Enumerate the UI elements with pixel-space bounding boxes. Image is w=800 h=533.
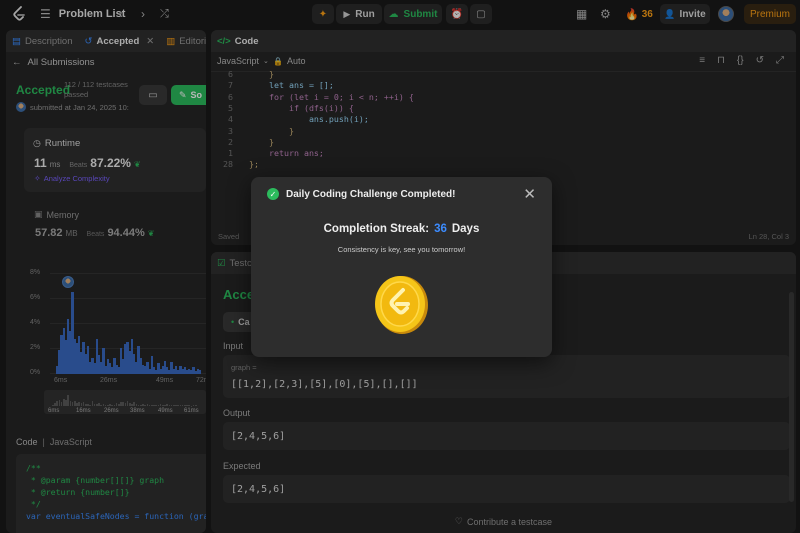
streak-row: Completion Streak: 36 Days [251, 223, 552, 235]
streak-value: 36 [434, 223, 447, 235]
modal-header: ✓ Daily Coding Challenge Completed! [267, 188, 455, 200]
daily-challenge-modal: ✓ Daily Coding Challenge Completed! ✕ Co… [251, 177, 552, 357]
modal-title: Daily Coding Challenge Completed! [286, 188, 456, 200]
check-circle-icon: ✓ [267, 188, 279, 200]
leetcode-coin-icon [375, 276, 428, 334]
streak-label: Completion Streak: [323, 223, 430, 235]
modal-subtitle: Consistency is key, see you tomorrow! [337, 245, 466, 254]
streak-unit: Days [451, 223, 480, 235]
modal-close-icon[interactable]: ✕ [523, 185, 536, 203]
